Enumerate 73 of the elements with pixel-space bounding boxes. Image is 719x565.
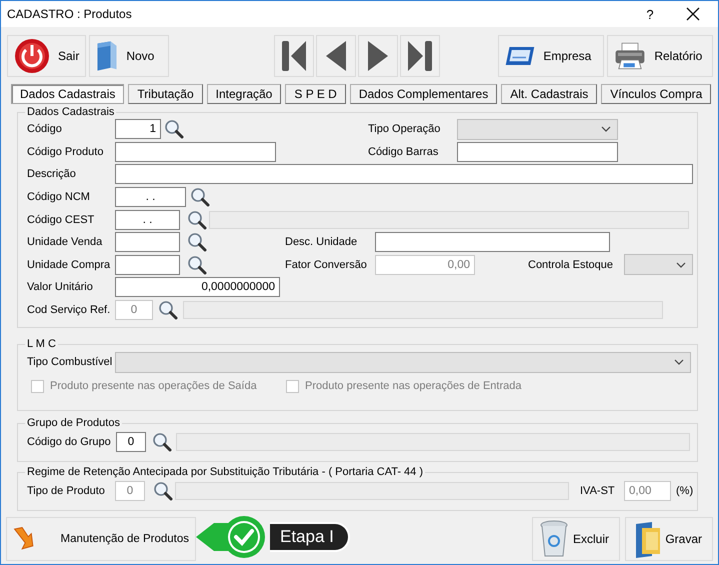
input-field[interactable] (115, 232, 180, 252)
field-label: Código do Grupo (27, 436, 112, 448)
tab[interactable]: Vínculos Compra (601, 84, 712, 104)
tab[interactable]: Dados Complementares (350, 84, 498, 104)
company-button[interactable]: Empresa (498, 35, 604, 77)
search-icon[interactable] (164, 119, 184, 140)
field-label: Código (27, 123, 63, 136)
checkbox-label: Produto presente nas operações de Entrada (305, 380, 522, 392)
search-icon[interactable] (158, 300, 178, 320)
input-field[interactable] (375, 232, 610, 252)
field-label: Tipo de Produto (27, 485, 106, 498)
input-field[interactable]: . . (115, 187, 186, 208)
group-title: Regime de Retenção Antecipada por Substituição Tributária - ( Portaria CAT- 44 ) (26, 466, 424, 478)
search-icon[interactable] (190, 187, 210, 208)
first-button[interactable] (274, 35, 314, 77)
step-label: Etapa I (270, 522, 350, 552)
search-icon[interactable] (153, 481, 173, 502)
field-label: Unidade Venda (27, 236, 104, 248)
maintenance-button[interactable]: Manutenção de Produtos (6, 517, 196, 562)
search-icon[interactable] (187, 210, 207, 230)
delete-button[interactable]: Excluir (532, 517, 620, 562)
field-label: Valor Unitário (27, 281, 94, 294)
field-label: Tipo Combustível (27, 356, 114, 368)
save-button[interactable]: Gravar (625, 517, 713, 562)
input-field[interactable] (115, 164, 693, 184)
exit-button[interactable]: Sair (7, 35, 86, 77)
group-title: Dados Cadastrais (26, 106, 116, 118)
input-field[interactable]: 0 (116, 432, 146, 452)
field-label: Fator Conversão (285, 258, 368, 271)
search-icon[interactable] (152, 432, 172, 452)
input-field[interactable] (115, 142, 276, 162)
close-icon[interactable] (686, 7, 700, 21)
new-button[interactable]: Novo (89, 35, 170, 77)
field-label: Código Barras (368, 146, 440, 158)
field-label: Código Produto (27, 146, 104, 158)
chevron-icon (676, 262, 686, 268)
input-field[interactable]: 0,0000000000 (115, 277, 280, 298)
help-button[interactable]: ? (640, 6, 660, 22)
tab[interactable]: S P E D (285, 84, 346, 104)
search-icon[interactable] (187, 232, 207, 252)
group-title: L M C (26, 338, 57, 350)
next-button[interactable] (358, 35, 398, 77)
field-label: Código CEST (27, 214, 96, 226)
field-label: Cod Serviço Ref. (27, 304, 112, 316)
previous-button[interactable] (316, 35, 356, 77)
tab[interactable]: Integração (206, 84, 282, 104)
field-label: (%) (676, 485, 694, 498)
last-icon (406, 39, 434, 73)
search-icon[interactable] (187, 254, 207, 275)
last-button[interactable] (400, 35, 440, 77)
field-label: Descrição (27, 168, 77, 180)
trash-icon (539, 520, 569, 558)
input-field[interactable]: . . (115, 210, 180, 230)
input-field[interactable] (457, 142, 618, 162)
tab[interactable]: Alt. Cadastrais (501, 84, 598, 104)
window-title: CADASTRO : Produtos (7, 7, 133, 21)
field-label: Desc. Unidade (285, 236, 358, 248)
first-icon (280, 39, 308, 73)
field-label: IVA-ST (580, 485, 616, 498)
input-field[interactable]: 1 (115, 119, 161, 140)
field-label: Controla Estoque (528, 258, 614, 271)
field-label: Tipo Operação (368, 123, 442, 136)
tab[interactable]: Tributação (128, 84, 203, 104)
power-icon (14, 38, 50, 74)
chevron-icon (601, 126, 611, 132)
chevron-icon (674, 359, 684, 366)
report-button[interactable]: Relatório (607, 35, 714, 77)
field-label: Código NCM (27, 191, 91, 204)
tab[interactable]: Dados Cadastrais (11, 84, 124, 104)
input-field[interactable] (115, 254, 180, 275)
group-title: Grupo de Produtos (26, 417, 121, 430)
checkbox-label: Produto presente nas operações de Saída (50, 380, 257, 392)
field-label: Unidade Compra (27, 258, 112, 271)
